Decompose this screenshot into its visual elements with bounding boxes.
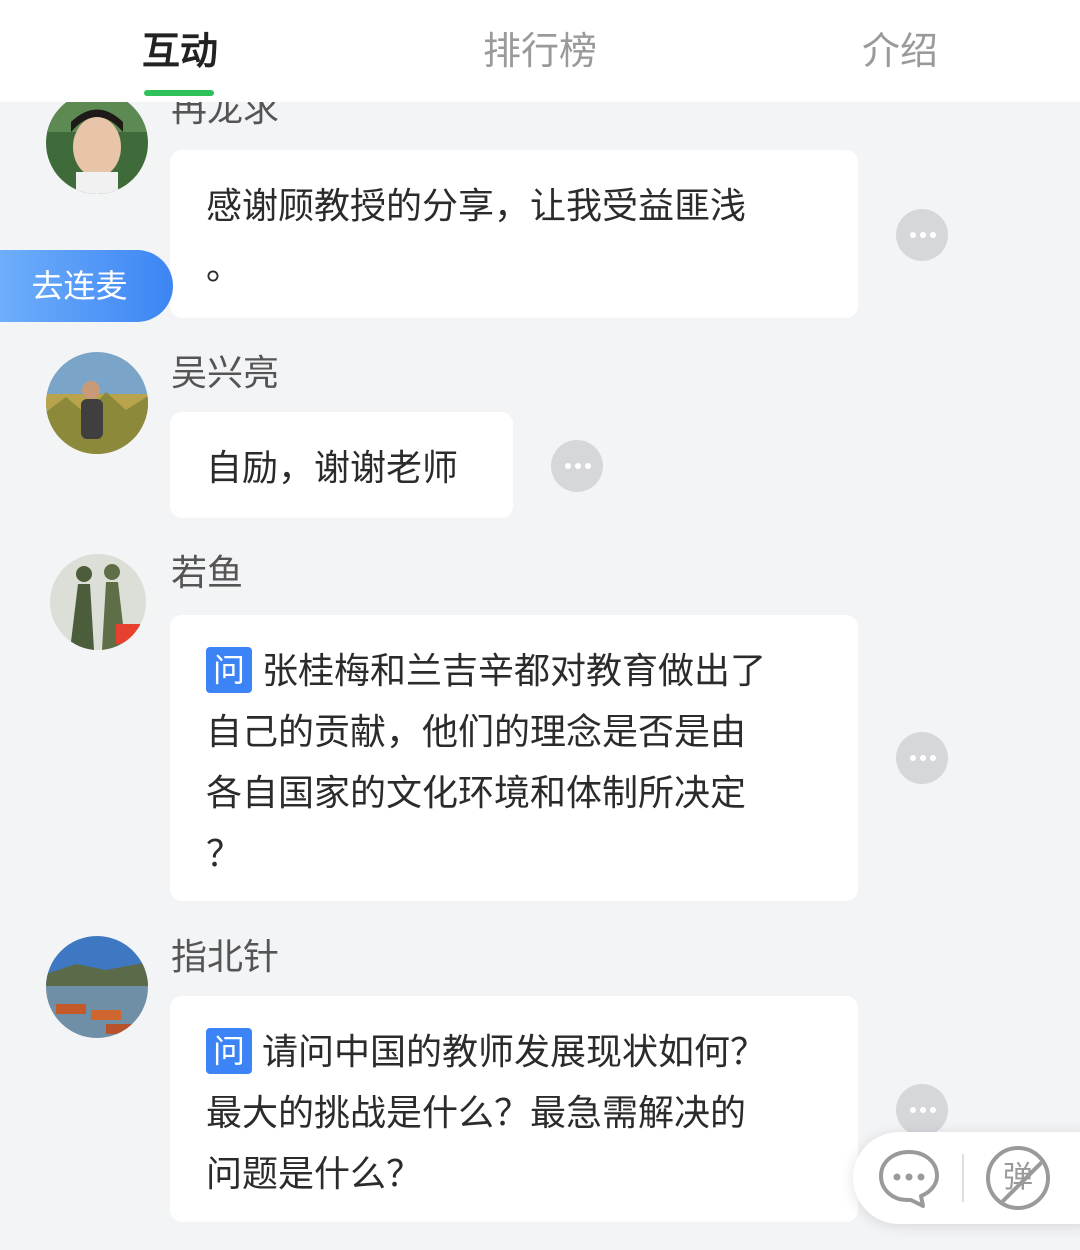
message-author: 吴兴亮 (171, 353, 280, 394)
join-mic-button[interactable]: 去连麦 (0, 250, 173, 322)
message-bubble: 问张桂梅和兰吉辛都对教育做出了 自己的贡献，他们的理念是否是由 各自国家的文化环… (170, 615, 858, 901)
question-tag: 问 (206, 1028, 252, 1074)
divider (962, 1154, 964, 1202)
active-tab-indicator (144, 90, 214, 96)
more-options-icon[interactable] (551, 440, 603, 492)
tab-bar: 互动 排行榜 介绍 (0, 0, 1080, 102)
message-author: 若鱼 (171, 553, 244, 594)
avatar[interactable] (46, 352, 148, 454)
danmu-toggle-button[interactable]: 弹 (986, 1146, 1050, 1210)
message-author: 指北针 (171, 937, 280, 978)
message-bubble: 自励，谢谢老师 (170, 412, 513, 518)
avatar[interactable] (46, 936, 148, 1038)
message-text: 问张桂梅和兰吉辛都对教育做出了 (206, 641, 824, 702)
floating-action-bar: 弹 (853, 1132, 1080, 1224)
message-author: 冉龙求 (171, 102, 280, 130)
message-text: 各自国家的文化环境和体制所决定 (206, 773, 747, 814)
chat-feed[interactable]: 冉龙求 感谢顾教授的分享，让我受益匪浅 。 吴兴亮 自励，谢谢老师 若鱼 问 张… (0, 102, 1080, 1250)
avatar[interactable] (50, 554, 146, 650)
chat-bubble-icon[interactable] (877, 1146, 941, 1210)
more-options-icon[interactable] (896, 1084, 948, 1136)
more-options-icon[interactable] (896, 732, 948, 784)
message-text: 自励，谢谢老师 (206, 448, 459, 489)
message-text: 问请问中国的教师发展现状如何？ (206, 1022, 824, 1083)
message-text: 。 (206, 247, 243, 288)
question-tag: 问 (206, 647, 252, 693)
message-text: ？ (206, 834, 243, 875)
tab-introduction[interactable]: 介绍 (862, 26, 938, 76)
more-options-icon[interactable] (896, 209, 948, 261)
message-text: 自己的贡献，他们的理念是否是由 (206, 712, 747, 753)
message-text: 最大的挑战是什么？最急需解决的 (206, 1093, 747, 1134)
avatar[interactable] (46, 102, 148, 194)
message-bubble: 感谢顾教授的分享，让我受益匪浅 。 (170, 150, 858, 318)
tab-leaderboard[interactable]: 排行榜 (483, 26, 597, 76)
tab-interaction[interactable]: 互动 (142, 26, 218, 76)
message-text: 问题是什么？ (206, 1154, 423, 1195)
message-text: 感谢顾教授的分享，让我受益匪浅 (206, 186, 747, 227)
message-bubble: 问请问中国的教师发展现状如何？ 最大的挑战是什么？最急需解决的 问题是什么？ (170, 996, 858, 1222)
